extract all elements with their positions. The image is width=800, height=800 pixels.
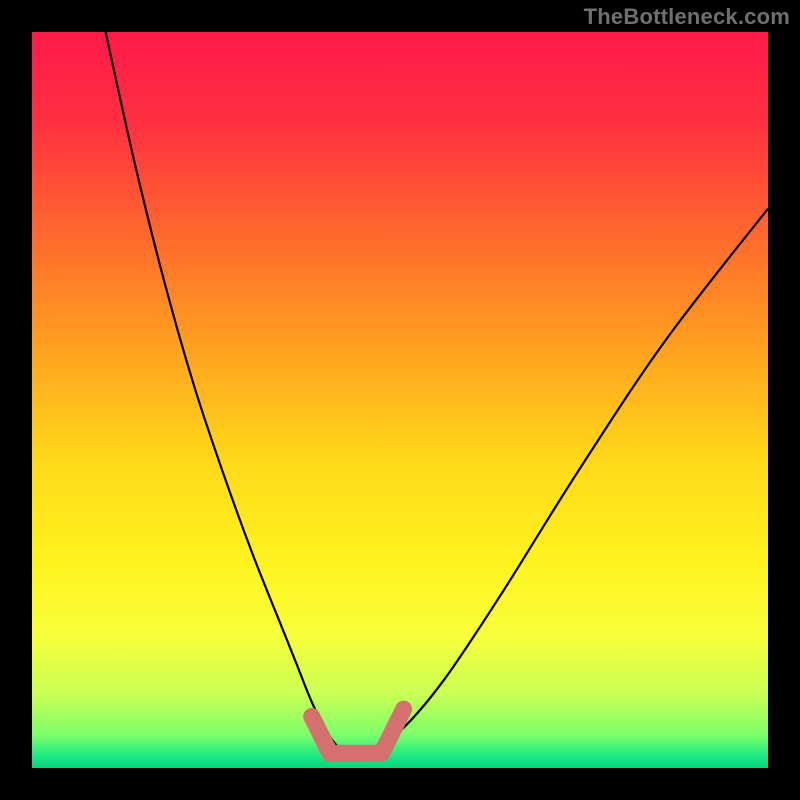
chart-container: TheBottleneck.com — [0, 0, 800, 800]
chart-svg — [32, 32, 768, 768]
watermark-text: TheBottleneck.com — [584, 4, 790, 30]
gradient-background — [32, 32, 768, 768]
plot-area — [32, 32, 768, 768]
